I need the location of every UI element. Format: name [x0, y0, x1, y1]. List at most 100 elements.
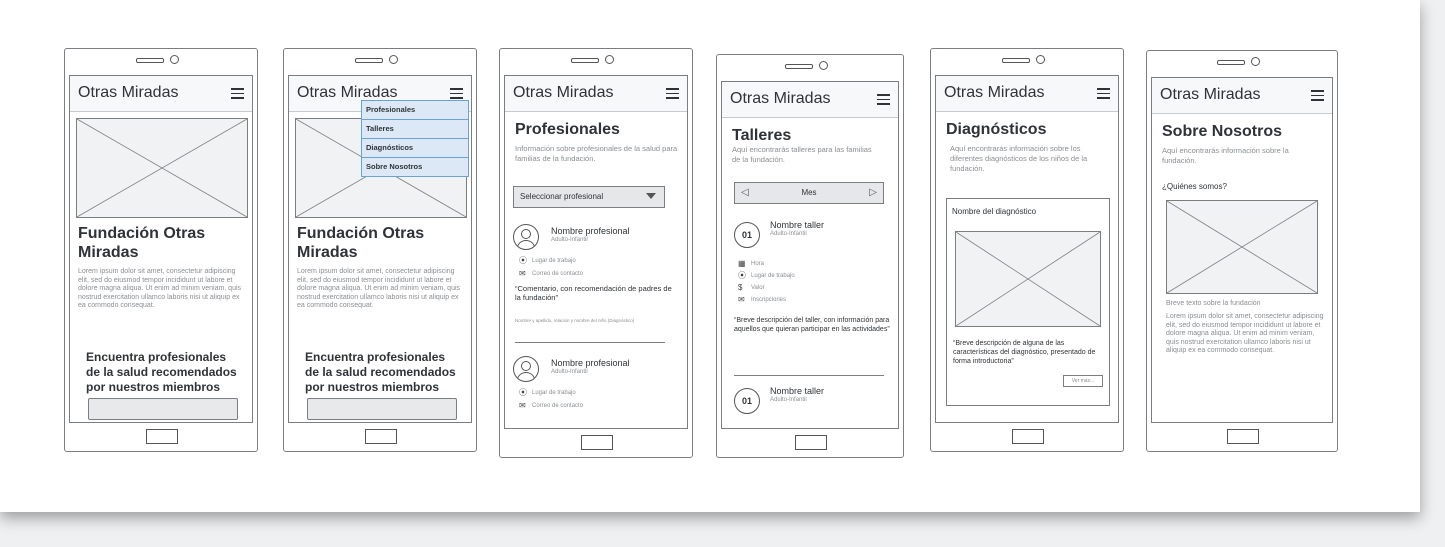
- home-button: [146, 429, 178, 444]
- speaker: [1002, 58, 1030, 63]
- home-button: [1012, 429, 1044, 444]
- location-pin-icon: ⦿: [519, 256, 527, 265]
- screen: Otras Miradas Profesionales Información …: [504, 75, 688, 429]
- hamburger-menu-icon[interactable]: [450, 88, 463, 99]
- taller-name: Nombre taller: [770, 220, 825, 230]
- search-button[interactable]: [88, 398, 238, 420]
- search-button[interactable]: [307, 398, 457, 420]
- speaker: [1217, 60, 1245, 65]
- camera: [389, 55, 398, 64]
- taller-inscripciones-row[interactable]: ✉ Inscripciones: [738, 296, 786, 304]
- arrow-right-icon[interactable]: ▷: [869, 183, 877, 203]
- camera: [170, 55, 179, 64]
- hamburger-menu-icon[interactable]: [666, 88, 679, 99]
- camera: [605, 55, 614, 64]
- dollar-icon: $: [738, 283, 743, 292]
- page-intro: Aquí encontrarás información sobre los d…: [950, 144, 1088, 173]
- phone-talleres: Otras Miradas Talleres Aquí encontrarás …: [716, 54, 904, 458]
- app-header: Otras Miradas: [1152, 78, 1332, 114]
- home-button: [365, 429, 397, 444]
- camera: [1036, 55, 1045, 64]
- menu-item-diagnosticos[interactable]: Diagnósticos: [362, 139, 468, 158]
- prof-name: Nombre profesional: [551, 358, 630, 368]
- speaker: [136, 58, 164, 63]
- taller-number-badge: 01: [734, 388, 760, 414]
- page-intro: Aquí encontrarás información sobre la fu…: [1162, 146, 1289, 165]
- home-heading: Fundación Otras Miradas: [297, 225, 425, 261]
- about-question: ¿Quiénes somos?: [1162, 182, 1227, 191]
- hamburger-menu-icon[interactable]: [1311, 90, 1324, 101]
- menu-item-sobre-nosotros[interactable]: Sobre Nosotros: [362, 158, 468, 176]
- app-logo[interactable]: Otras Miradas: [944, 84, 1044, 102]
- about-body-text: Lorem ipsum dolor sit amet, consectetur …: [1166, 313, 1324, 354]
- camera: [819, 61, 828, 70]
- mail-icon: ✉: [519, 401, 526, 410]
- divider: [515, 342, 665, 343]
- prof-type: Adulto-Infantil: [551, 237, 588, 243]
- select-label: Seleccionar profesional: [520, 192, 604, 201]
- speaker: [785, 64, 813, 69]
- app-header: Otras Miradas: [70, 76, 252, 112]
- speaker: [571, 58, 599, 63]
- chevron-down-icon: [646, 193, 656, 199]
- location-pin-icon: ⦿: [519, 388, 527, 397]
- calendar-icon: ▦: [738, 259, 746, 268]
- phone-profesionales: Otras Miradas Profesionales Información …: [499, 48, 693, 458]
- phone-sobre-nosotros: Otras Miradas Sobre Nosotros Aquí encont…: [1146, 50, 1338, 452]
- prof-type: Adulto-Infantil: [551, 369, 588, 375]
- taller-type: Adulto-Infantil: [770, 231, 807, 237]
- card-title: Nombre del diagnóstico: [952, 207, 1037, 216]
- nav-dropdown: Profesionales Talleres Diagnósticos Sobr…: [361, 100, 469, 177]
- prof-comment: “Comentario, con recomendación de padres…: [515, 284, 672, 302]
- app-logo[interactable]: Otras Miradas: [78, 84, 178, 102]
- about-caption: Breve texto sobre la fundación: [1166, 300, 1261, 307]
- app-logo[interactable]: Otras Miradas: [1160, 86, 1260, 104]
- prof-name: Nombre profesional: [551, 226, 630, 236]
- page-intro: Información sobre profesionales de la sa…: [515, 144, 678, 163]
- home-button: [1227, 429, 1259, 444]
- month-selector[interactable]: ◁ Mes ▷: [734, 182, 884, 204]
- menu-item-talleres[interactable]: Talleres: [362, 120, 468, 139]
- page-title: Diagnósticos: [946, 121, 1047, 138]
- prof-place-row: ⦿ Lugar de trabajo: [519, 256, 576, 265]
- ver-mas-button[interactable]: Ver más...: [1063, 375, 1103, 387]
- home-button: [581, 435, 613, 450]
- app-header: Otras Miradas: [936, 76, 1118, 112]
- phone-home: Otras Miradas Fundación Otras Miradas Lo…: [64, 48, 258, 452]
- hero-image-placeholder: [76, 118, 248, 218]
- taller-type: Adulto-Infantil: [770, 397, 807, 403]
- page-title: Talleres: [732, 127, 792, 144]
- hamburger-menu-icon[interactable]: [877, 94, 890, 105]
- app-logo[interactable]: Otras Miradas: [730, 90, 830, 108]
- screen: Otras Miradas Sobre Nosotros Aquí encont…: [1151, 77, 1333, 423]
- screen: Otras Miradas Profesionales Talleres Dia…: [288, 75, 472, 423]
- page-title: Sobre Nosotros: [1162, 123, 1283, 140]
- prof-email-row[interactable]: ✉ Correo de contacto: [519, 401, 583, 410]
- diagnostico-card[interactable]: Nombre del diagnóstico “Breve descripció…: [946, 198, 1110, 406]
- home-subheading: Encuentra profesionales de la salud reco…: [305, 350, 456, 394]
- taller-description: “Breve descripción del taller, con infor…: [734, 317, 890, 333]
- page-title: Profesionales: [515, 121, 620, 138]
- speaker: [355, 58, 383, 63]
- location-pin-icon: ⦿: [738, 271, 746, 280]
- home-heading: Fundación Otras Miradas: [78, 225, 206, 261]
- card-description: “Breve descripción de alguna de las cara…: [953, 340, 1096, 365]
- page-intro: Aquí encontrarás talleres para las famil…: [732, 145, 872, 164]
- screen: Otras Miradas Talleres Aquí encontrarás …: [721, 81, 899, 429]
- select-profesional[interactable]: Seleccionar profesional: [513, 186, 665, 208]
- camera: [1251, 57, 1260, 66]
- menu-item-profesionales[interactable]: Profesionales: [362, 101, 468, 120]
- hamburger-menu-icon[interactable]: [231, 88, 244, 99]
- screen: Otras Miradas Diagnósticos Aquí encontra…: [935, 75, 1119, 423]
- app-logo[interactable]: Otras Miradas: [513, 84, 613, 102]
- divider: [734, 375, 884, 376]
- home-subheading: Encuentra profesionales de la salud reco…: [86, 350, 237, 394]
- screen: Otras Miradas Fundación Otras Miradas Lo…: [69, 75, 253, 423]
- prof-email-row[interactable]: ✉ Correo de contacto: [519, 270, 583, 278]
- taller-name: Nombre taller: [770, 386, 825, 396]
- home-body-text: Lorem ipsum dolor sit amet, consectetur …: [78, 268, 242, 309]
- hamburger-menu-icon[interactable]: [1097, 88, 1110, 99]
- arrow-left-icon[interactable]: ◁: [741, 183, 749, 203]
- phone-diagnosticos: Otras Miradas Diagnósticos Aquí encontra…: [930, 48, 1124, 452]
- taller-valor-row: $ Valor: [738, 283, 765, 292]
